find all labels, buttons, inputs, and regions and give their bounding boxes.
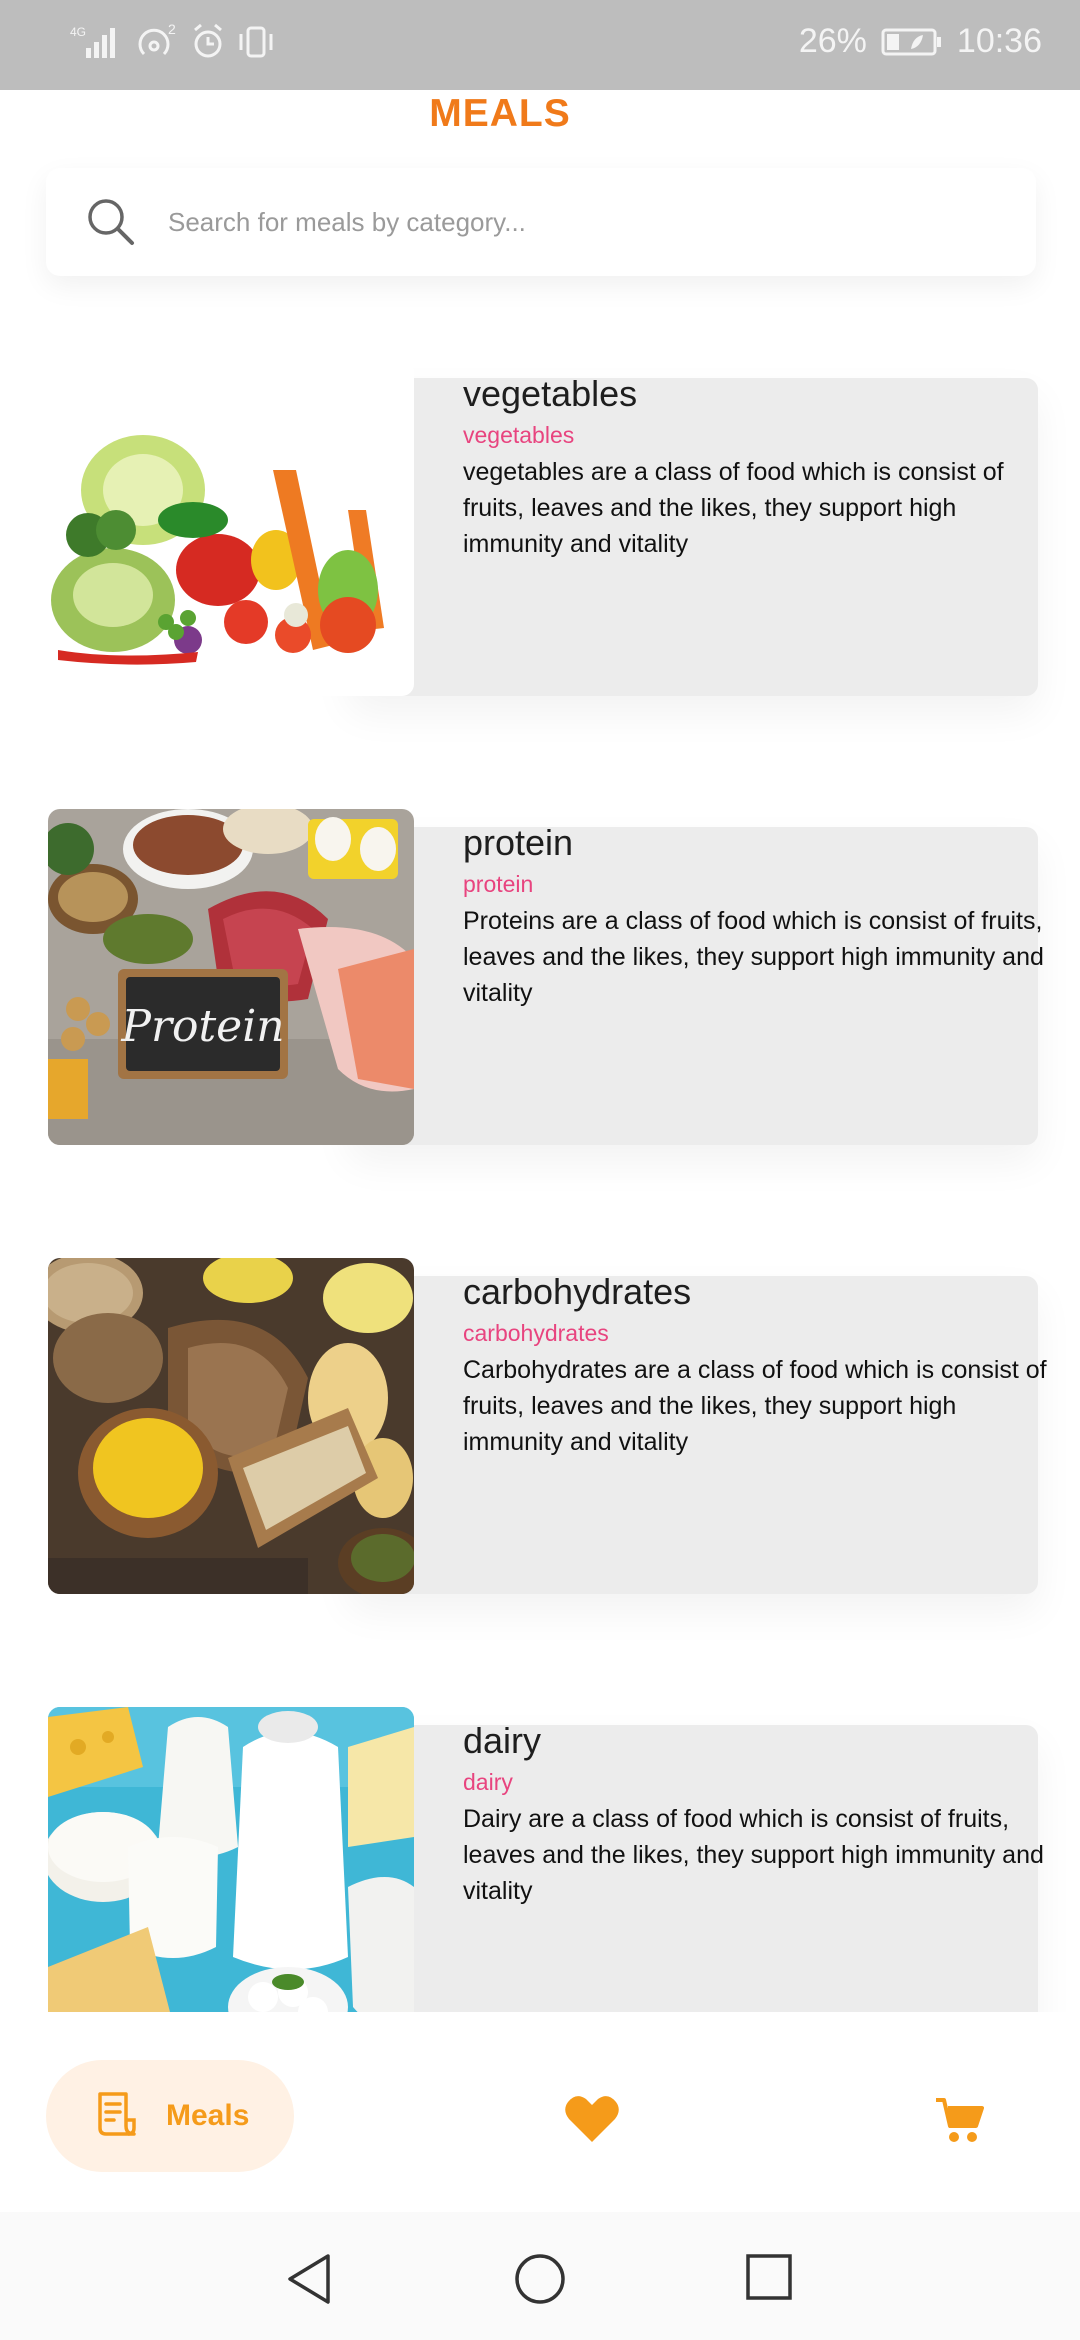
heart-icon	[565, 2096, 619, 2142]
meal-image-carbohydrates	[48, 1258, 414, 1594]
clock: 10:36	[956, 22, 1042, 60]
meal-card-text: vegetables vegetables vegetables are a c…	[463, 372, 1063, 562]
meal-title: vegetables	[463, 373, 638, 414]
search-icon	[84, 195, 138, 249]
meal-card-carbohydrates[interactable]: carbohydrates carbohydrates Carbohydrate…	[48, 1258, 1047, 1594]
alarm-icon	[190, 22, 226, 62]
meal-category: dairy	[463, 1769, 513, 1795]
page-title: MEALS	[429, 92, 571, 135]
meal-category: carbohydrates	[463, 1320, 609, 1346]
meal-title: dairy	[463, 1720, 542, 1761]
search-bar[interactable]	[46, 168, 1036, 276]
signal-icon: 4G	[68, 22, 124, 62]
status-icons-left: 4G 2	[68, 22, 276, 62]
meal-description: vegetables are a class of food which is …	[463, 458, 1004, 558]
meal-image-protein: Protein	[48, 809, 414, 1145]
svg-text:Protein: Protein	[120, 1001, 284, 1052]
meal-title: carbohydrates	[463, 1271, 692, 1312]
battery-percent: 26%	[798, 22, 867, 60]
recents-icon[interactable]	[744, 2252, 794, 2307]
cart-icon	[936, 2098, 984, 2142]
nav-item-favorites[interactable]	[564, 2094, 620, 2149]
home-icon[interactable]	[513, 2252, 567, 2311]
meal-card-dairy[interactable]: dairy dairy Dairy are a class of food wh…	[48, 1707, 1044, 2043]
meal-card-text: carbohydrates carbohydrates Carbohydrate…	[463, 1270, 1063, 1460]
meal-category: vegetables	[463, 422, 575, 448]
back-icon[interactable]	[284, 2252, 334, 2311]
battery-icon	[881, 27, 943, 57]
meal-description: Proteins are a class of food which is co…	[463, 907, 1044, 1007]
status-bar: 4G 2 26% 10:36	[0, 0, 1080, 90]
meal-card-text: protein protein Proteins are a class of …	[463, 821, 1063, 1011]
nav-item-cart[interactable]	[934, 2094, 984, 2149]
svg-text:2: 2	[168, 22, 176, 37]
vibrate-icon	[236, 22, 276, 62]
receipt-icon	[94, 2090, 138, 2143]
meal-title: protein	[463, 822, 574, 863]
meal-image-vegetables	[48, 360, 414, 696]
system-nav-bar	[0, 2212, 1080, 2340]
status-icons-right: 26% 10:36	[799, 22, 1042, 61]
nav-item-meals[interactable]: Meals	[46, 2060, 294, 2172]
hotspot-icon: 2	[134, 22, 180, 62]
meal-image-dairy	[48, 1707, 414, 2043]
meal-card-text: dairy dairy Dairy are a class of food wh…	[463, 1719, 1063, 1909]
meal-category: protein	[463, 871, 534, 897]
nav-item-meals-label: Meals	[166, 2099, 250, 2132]
meal-description: Dairy are a class of food which is consi…	[463, 1805, 1044, 1905]
meal-card-protein[interactable]: Protein protein protein Proteins are a c…	[48, 809, 1044, 1145]
search-input[interactable]	[168, 206, 968, 238]
svg-text:4G: 4G	[70, 25, 86, 39]
meal-description: Carbohydrates are a class of food which …	[463, 1356, 1047, 1456]
meal-card-vegetables[interactable]: vegetables vegetables vegetables are a c…	[48, 360, 1038, 696]
bottom-nav: Meals	[0, 2012, 1080, 2212]
